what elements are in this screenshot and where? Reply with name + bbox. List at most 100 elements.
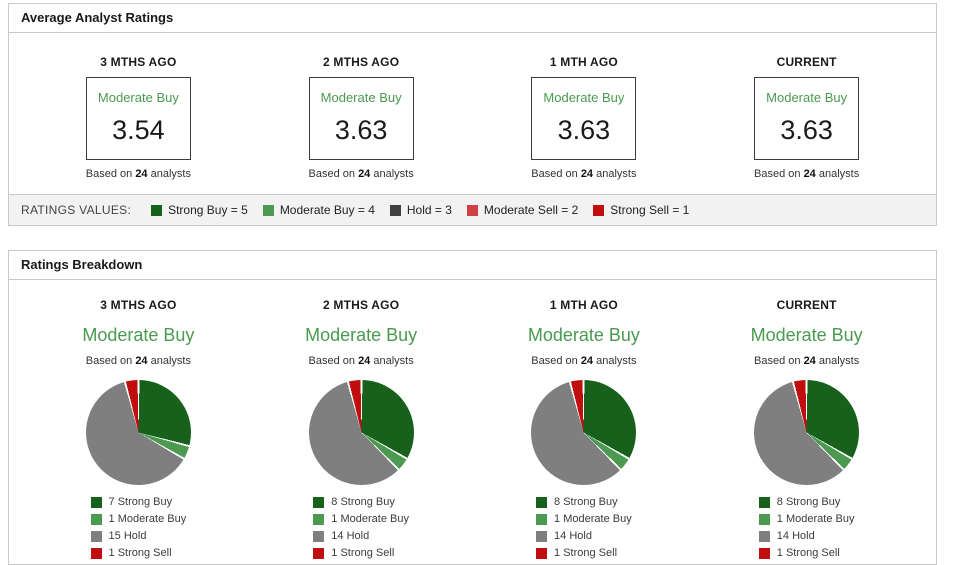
avg-score-box: Moderate Buy 3.63 bbox=[531, 77, 637, 160]
pie-chart bbox=[85, 380, 191, 485]
pie-legend: 8 Strong Buy 1 Moderate Buy 14 Hold 1 St… bbox=[536, 491, 632, 564]
color-swatch bbox=[313, 547, 325, 559]
pie-legend-item: 1 Moderate Buy bbox=[313, 513, 409, 525]
pie-legend-text: 8 Strong Buy bbox=[554, 496, 618, 508]
pie-legend: 8 Strong Buy 1 Moderate Buy 14 Hold 1 St… bbox=[758, 491, 855, 564]
color-swatch bbox=[90, 547, 102, 559]
based-suffix: analysts bbox=[150, 168, 191, 180]
analyst-count: 24 bbox=[135, 168, 148, 180]
based-on-analysts: Based on 24 analysts bbox=[473, 355, 696, 367]
pie-legend-text: 8 Strong Buy bbox=[776, 496, 841, 508]
based-on-analysts: Based on 24 analysts bbox=[695, 168, 918, 180]
pie-legend-item: 7 Strong Buy bbox=[90, 496, 187, 508]
based-suffix: analysts bbox=[596, 355, 637, 367]
breakdown-column-current: CURRENT Moderate Buy Based on 24 analyst… bbox=[695, 298, 918, 564]
based-suffix: analysts bbox=[150, 355, 191, 367]
color-swatch bbox=[151, 204, 163, 216]
pie-chart bbox=[754, 380, 860, 485]
pie-legend-text: 14 Hold bbox=[776, 530, 815, 542]
rating-value: 3.54 bbox=[112, 115, 165, 145]
color-swatch bbox=[758, 513, 770, 525]
pie-legend-item: 1 Moderate Buy bbox=[90, 513, 187, 525]
color-swatch bbox=[90, 530, 102, 542]
based-suffix: analysts bbox=[596, 168, 637, 180]
pie-legend-item: 1 Moderate Buy bbox=[758, 513, 855, 525]
ratings-value-item-hold: Hold = 3 bbox=[389, 203, 452, 217]
pie-legend-item: 8 Strong Buy bbox=[536, 496, 632, 508]
period-label: 1 MTH AGO bbox=[549, 298, 618, 312]
ratings-values-strip: RATINGS VALUES: Strong Buy = 5 Moderate … bbox=[8, 195, 937, 226]
average-ratings-columns: 3 MTHS AGO Moderate Buy 3.54 Based on 24… bbox=[9, 33, 936, 194]
ratings-value-text: Strong Sell = 1 bbox=[610, 203, 690, 217]
pie-legend-text: 8 Strong Buy bbox=[331, 496, 395, 508]
period-label: 3 MTHS AGO bbox=[100, 298, 177, 312]
ratings-values-label: RATINGS VALUES: bbox=[21, 203, 132, 217]
analyst-ratings-widget: Average Analyst Ratings 3 MTHS AGO Moder… bbox=[8, 3, 937, 565]
rating-label: Moderate Buy bbox=[750, 325, 863, 345]
ratings-breakdown-title: Ratings Breakdown bbox=[9, 251, 936, 280]
pie-legend-item: 1 Moderate Buy bbox=[536, 513, 632, 525]
based-suffix: analysts bbox=[373, 355, 414, 367]
based-prefix: Based on bbox=[85, 168, 133, 180]
based-on-analysts: Based on 24 analysts bbox=[27, 168, 250, 180]
period-label: 2 MTHS AGO bbox=[323, 298, 400, 312]
pie-legend-text: 1 Strong Sell bbox=[776, 547, 840, 559]
rating-value: 3.63 bbox=[334, 115, 388, 145]
based-suffix: analysts bbox=[818, 168, 860, 180]
avg-score-box: Moderate Buy 3.63 bbox=[754, 77, 860, 160]
color-swatch bbox=[262, 204, 274, 216]
based-prefix: Based on bbox=[531, 355, 578, 367]
rating-value: 3.63 bbox=[780, 115, 833, 145]
based-on-analysts: Based on 24 analysts bbox=[695, 355, 918, 367]
breakdown-columns: 3 MTHS AGO Moderate Buy Based on 24 anal… bbox=[9, 280, 936, 564]
pie-legend-text: 1 Moderate Buy bbox=[776, 513, 855, 525]
color-swatch bbox=[536, 496, 548, 508]
avg-column-current: CURRENT Moderate Buy 3.63 Based on 24 an… bbox=[695, 55, 918, 180]
color-swatch bbox=[758, 547, 770, 559]
color-swatch bbox=[90, 513, 102, 525]
avg-column-1mth: 1 MTH AGO Moderate Buy 3.63 Based on 24 … bbox=[473, 55, 696, 180]
based-on-analysts: Based on 24 analysts bbox=[250, 355, 473, 367]
color-swatch bbox=[313, 496, 325, 508]
based-prefix: Based on bbox=[754, 355, 801, 367]
pie-legend-text: 14 Hold bbox=[331, 530, 370, 542]
ratings-value-text: Moderate Buy = 4 bbox=[279, 203, 375, 217]
pie-chart bbox=[308, 380, 414, 485]
pie-legend-item: 15 Hold bbox=[90, 530, 187, 542]
breakdown-column-2mths: 2 MTHS AGO Moderate Buy Based on 24 anal… bbox=[250, 298, 473, 564]
period-label: 2 MTHS AGO bbox=[323, 55, 400, 69]
based-prefix: Based on bbox=[531, 168, 578, 180]
color-swatch bbox=[593, 204, 605, 216]
rating-label: Moderate Buy bbox=[82, 325, 195, 345]
color-swatch bbox=[466, 204, 478, 216]
pie-legend-item: 1 Strong Sell bbox=[90, 547, 187, 559]
based-on-analysts: Based on 24 analysts bbox=[27, 355, 250, 367]
avg-score-box: Moderate Buy 3.63 bbox=[308, 77, 414, 160]
pie-legend: 7 Strong Buy 1 Moderate Buy 15 Hold 1 St… bbox=[90, 491, 187, 564]
avg-column-2mths: 2 MTHS AGO Moderate Buy 3.63 Based on 24… bbox=[250, 55, 473, 180]
pie-legend-item: 1 Strong Sell bbox=[758, 547, 855, 559]
ratings-value-item-moderate-buy: Moderate Buy = 4 bbox=[262, 203, 375, 217]
ratings-value-text: Strong Buy = 5 bbox=[168, 203, 248, 217]
period-label: 1 MTH AGO bbox=[549, 55, 618, 69]
pie-legend-text: 1 Strong Sell bbox=[554, 547, 618, 559]
color-swatch bbox=[758, 530, 770, 542]
color-swatch bbox=[389, 204, 401, 216]
pie-legend-text: 1 Moderate Buy bbox=[108, 513, 187, 525]
period-label: CURRENT bbox=[776, 55, 837, 69]
ratings-breakdown-panel: Ratings Breakdown 3 MTHS AGO Moderate Bu… bbox=[8, 250, 937, 565]
rating-label: Moderate Buy bbox=[527, 325, 640, 345]
pie-legend-text: 1 Moderate Buy bbox=[331, 513, 409, 525]
analyst-count: 24 bbox=[803, 355, 816, 367]
pie-legend-item: 14 Hold bbox=[313, 530, 409, 542]
based-prefix: Based on bbox=[754, 168, 801, 180]
ratings-value-item-strong-sell: Strong Sell = 1 bbox=[593, 203, 689, 217]
pie-legend-text: 7 Strong Buy bbox=[108, 496, 173, 508]
pie-legend-item: 1 Strong Sell bbox=[536, 547, 632, 559]
analyst-count: 24 bbox=[580, 168, 594, 180]
pie-legend-item: 14 Hold bbox=[758, 530, 855, 542]
period-label: 3 MTHS AGO bbox=[100, 55, 177, 69]
based-prefix: Based on bbox=[308, 168, 355, 180]
pie-legend-item: 8 Strong Buy bbox=[758, 496, 855, 508]
ratings-value-item-moderate-sell: Moderate Sell = 2 bbox=[466, 203, 578, 217]
